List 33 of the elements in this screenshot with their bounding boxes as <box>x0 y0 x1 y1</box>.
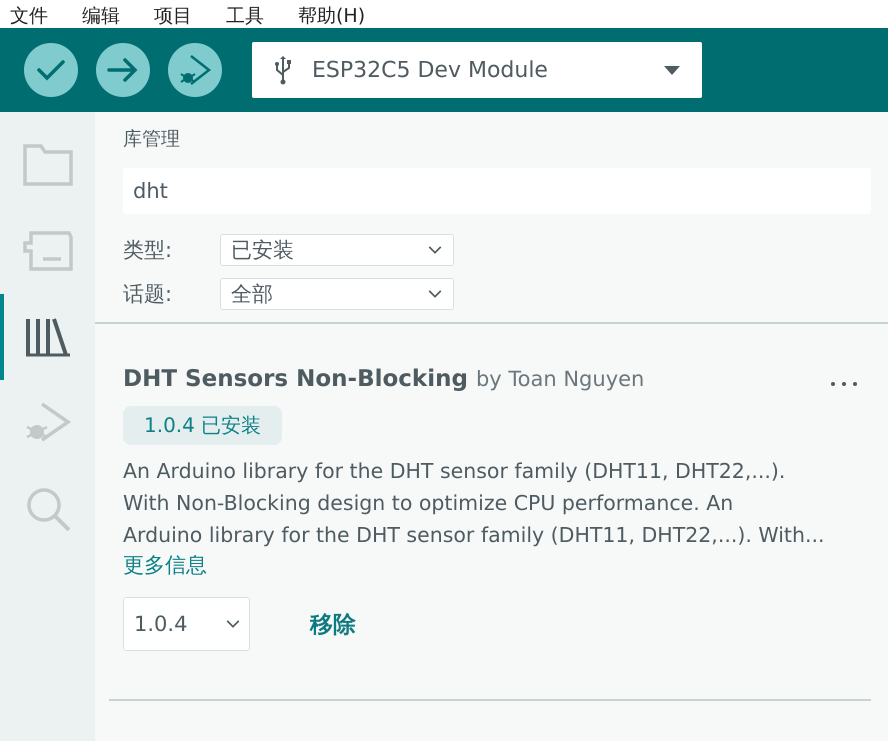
chevron-down-icon <box>427 245 443 255</box>
menu-item[interactable]: 文件 <box>10 4 48 28</box>
board-selector[interactable]: ESP32C5 Dev Module <box>252 42 702 98</box>
debug-button[interactable] <box>168 43 222 97</box>
verify-button[interactable] <box>24 43 78 97</box>
arrow-right-icon <box>107 57 139 83</box>
menu-item[interactable]: 工具 <box>226 4 264 28</box>
library-description: An Arduino library for the DHT sensor family (DHT11, DHT22,...). With Non-Blocking design to optimize CPU performance. An Arduino library for the DHT sensor family (DHT11, DHT22,...). With... <box>123 458 826 549</box>
filter-label: 类型: <box>123 237 174 264</box>
folder-icon <box>22 144 72 186</box>
more-icon <box>831 382 857 386</box>
caret-down-icon <box>664 66 680 74</box>
chevron-down-icon <box>427 289 443 299</box>
menu-item[interactable]: 项目 <box>154 4 192 28</box>
usb-icon <box>274 55 292 85</box>
upload-button[interactable] <box>96 43 150 97</box>
search-field[interactable]: dht <box>123 168 871 214</box>
panel-title: 库管理 <box>123 127 181 152</box>
remove-button[interactable]: 移除 <box>310 608 356 640</box>
installed-badge: 1.0.4 已安装 <box>123 406 282 445</box>
board-icon <box>22 231 72 271</box>
chevron-down-icon <box>225 619 241 629</box>
filter-dropdown[interactable]: 已安装 <box>220 234 454 266</box>
filter-dropdown[interactable]: 全部 <box>220 278 454 310</box>
more-options-button[interactable] <box>831 382 857 386</box>
menu-item[interactable]: 编辑 <box>82 4 120 28</box>
checkmark-icon <box>36 58 66 82</box>
filter-label: 话题: <box>123 281 174 308</box>
more-info-link[interactable]: 更多信息 <box>123 551 207 579</box>
menu-item[interactable]: 帮助(H) <box>298 4 366 28</box>
version-dropdown[interactable]: 1.0.4 <box>123 597 250 651</box>
library-author: by Toan Nguyen <box>476 367 646 391</box>
library-name: DHT Sensors Non-Blocking <box>123 366 468 392</box>
